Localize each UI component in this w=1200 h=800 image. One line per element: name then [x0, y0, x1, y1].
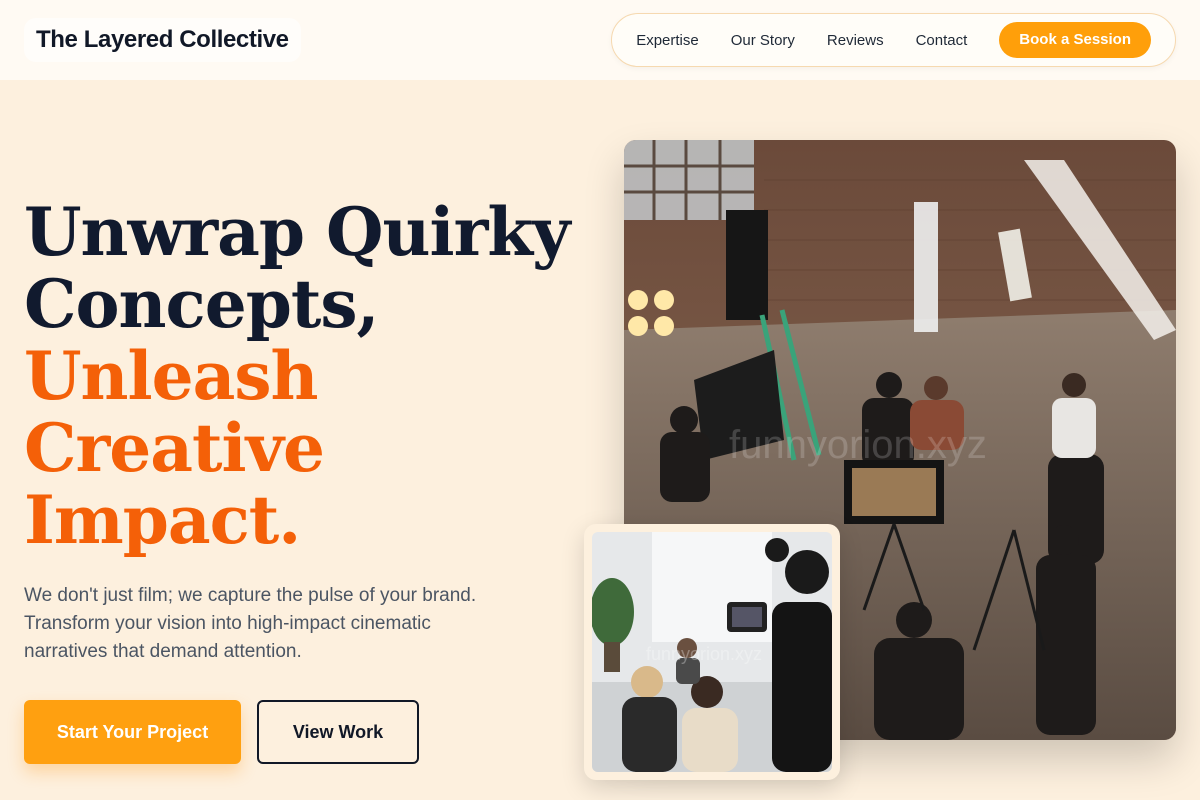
hero-inset-image: funnyorion.xyz	[592, 532, 832, 772]
nav-link-our-story[interactable]: Our Story	[715, 32, 811, 49]
main-image-watermark: funnyorion.xyz	[729, 423, 987, 467]
office-shoot-photo: funnyorion.xyz	[592, 532, 832, 772]
start-project-button[interactable]: Start Your Project	[24, 700, 241, 764]
inset-image-watermark: funnyorion.xyz	[646, 644, 762, 664]
headline-line-2: Concepts,	[24, 265, 379, 343]
nav-link-expertise[interactable]: Expertise	[620, 32, 715, 49]
nav-link-contact[interactable]: Contact	[900, 32, 984, 49]
brand-logo[interactable]: The Layered Collective	[24, 18, 301, 62]
nav-link-reviews[interactable]: Reviews	[811, 32, 900, 49]
hero-headline: Unwrap Quirky Concepts, Unleash Creative…	[24, 196, 604, 556]
hero-lead-text: We don't just film; we capture the pulse…	[24, 585, 477, 662]
view-work-button[interactable]: View Work	[257, 700, 419, 764]
hero-section: Unwrap Quirky Concepts, Unleash Creative…	[24, 196, 604, 764]
headline-accent-line-2: Creative Impact.	[24, 409, 325, 559]
headline-accent-line-1: Unleash	[24, 337, 319, 415]
hero-buttons: Start Your Project View Work	[24, 700, 604, 764]
main-nav: Expertise Our Story Reviews Contact Book…	[611, 13, 1176, 67]
hero-inset-frame: funnyorion.xyz	[584, 524, 840, 780]
headline-line-1: Unwrap Quirky	[24, 193, 570, 271]
book-session-button[interactable]: Book a Session	[999, 22, 1151, 58]
site-header: The Layered Collective Expertise Our Sto…	[0, 0, 1200, 80]
